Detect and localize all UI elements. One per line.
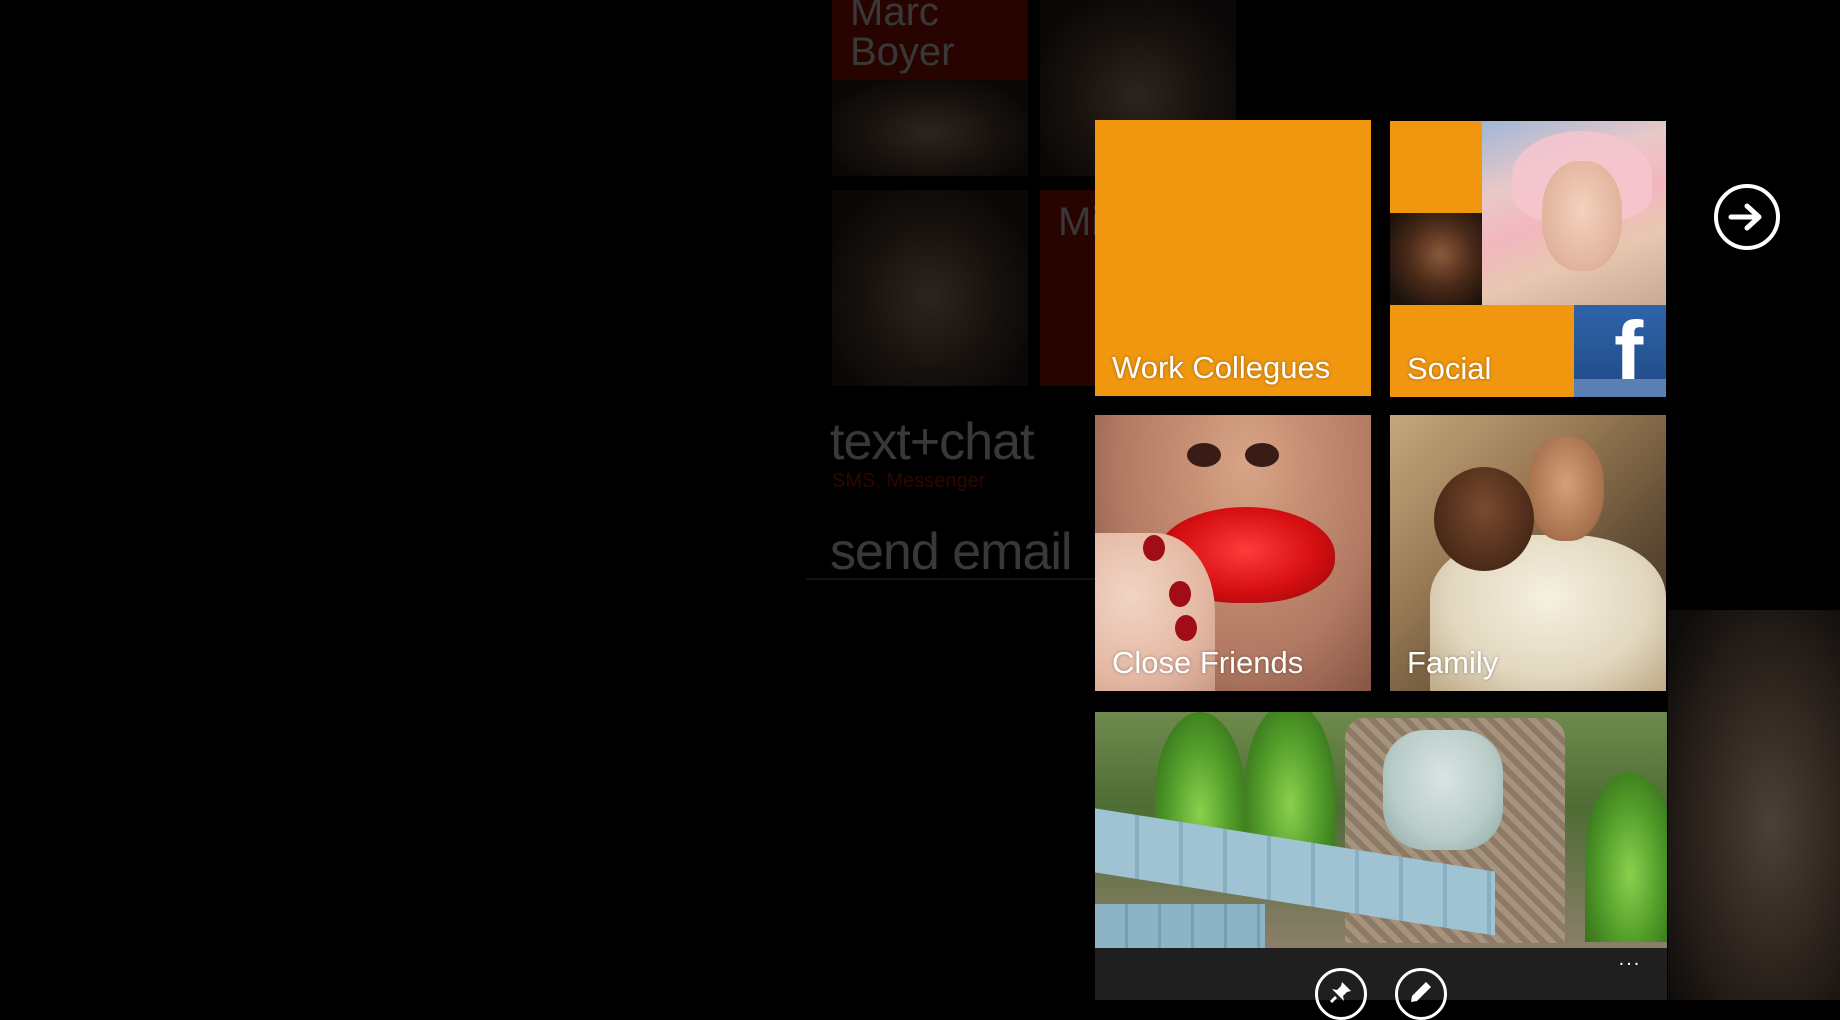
- tile-work-collegues-label: Work Collegues: [1112, 350, 1331, 385]
- application-bar: ...: [1095, 948, 1667, 1020]
- bg-contact-photo: [832, 80, 1028, 176]
- bg-peek-photo: [1668, 610, 1840, 1000]
- social-photo-man: [1390, 213, 1482, 305]
- bg-action-send-email: send email: [830, 523, 1072, 581]
- pin-icon: [1329, 982, 1351, 1004]
- tile-close-friends[interactable]: Close Friends: [1095, 415, 1371, 691]
- bg-action-text-chat: text+chat: [830, 413, 1034, 471]
- social-accent-square: [1390, 121, 1482, 213]
- tile-social-label: Social: [1407, 351, 1492, 386]
- bg-action-text-chat-sub: SMS, Messenger: [832, 470, 986, 492]
- family-photo: [1528, 437, 1604, 541]
- bg-contact-name: Marc Boyer: [850, 0, 955, 74]
- social-photo-woman: [1482, 121, 1666, 305]
- more-options-button[interactable]: ...: [1610, 948, 1650, 972]
- arrow-right-circle-icon[interactable]: [1714, 184, 1780, 250]
- tile-work-collegues[interactable]: Work Collegues: [1095, 120, 1371, 396]
- tile-family-label: Family: [1407, 645, 1499, 680]
- tile-family[interactable]: Family: [1390, 415, 1666, 691]
- pin-button[interactable]: [1315, 968, 1367, 1020]
- bg-divider: [806, 578, 1096, 580]
- tile-close-friends-label: Close Friends: [1112, 645, 1304, 680]
- facebook-icon: f: [1574, 305, 1666, 397]
- tile-wide-photo[interactable]: [1095, 712, 1667, 948]
- edit-icon: [1411, 982, 1431, 1002]
- bg-contact-tile: Marc Boyer: [832, 0, 1028, 80]
- tile-social[interactable]: f Social: [1390, 121, 1666, 397]
- edit-button[interactable]: [1395, 968, 1447, 1020]
- bg-contact-photo: [832, 190, 1028, 386]
